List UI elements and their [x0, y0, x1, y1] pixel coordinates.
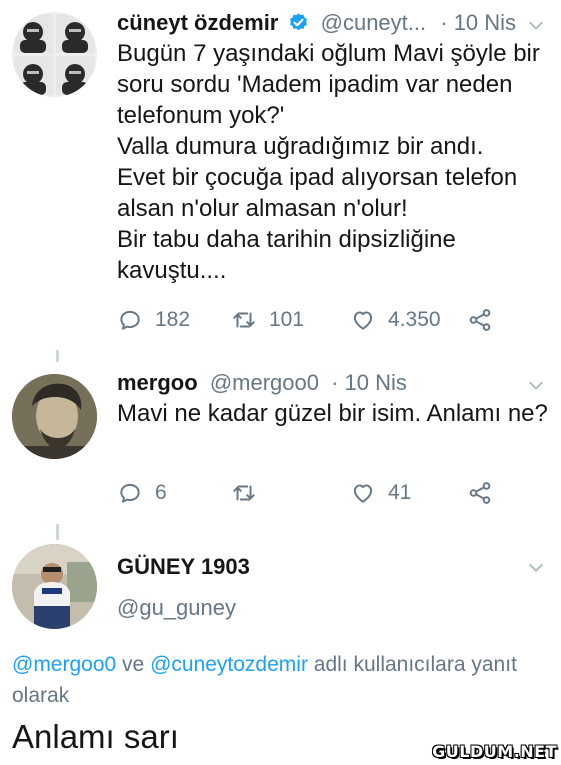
reply-icon — [120, 310, 140, 330]
tweet-header: GÜNEY 1903 — [117, 554, 250, 580]
chevron-down-icon[interactable] — [525, 374, 547, 396]
replying-to: @mergoo0 ve @cuneytozdemir adlı kullanıc… — [12, 649, 552, 711]
avatar[interactable] — [12, 12, 97, 97]
display-name[interactable]: cüneyt özdemir — [117, 10, 278, 35]
share-icon — [469, 482, 491, 504]
avatar-image — [12, 374, 97, 459]
mention-link[interactable]: @mergoo0 — [12, 653, 116, 676]
user-handle[interactable]: @gu_guney — [117, 595, 236, 620]
reply-count: 182 — [155, 308, 191, 331]
tweet-date[interactable]: · 10 Nis — [331, 370, 407, 395]
chevron-down-icon[interactable] — [525, 556, 547, 578]
display-name[interactable]: mergoo — [117, 370, 198, 395]
avatar[interactable] — [12, 374, 97, 459]
replying-to-connector: ve — [116, 653, 151, 676]
tweet-text: Anlamı sarı — [12, 718, 179, 755]
reply-count: 6 — [155, 481, 167, 504]
mention-link[interactable]: @cuneytozdemir — [150, 653, 308, 676]
verified-badge-icon — [289, 13, 307, 31]
thread-connector — [56, 524, 59, 540]
like-count: 4.350 — [388, 308, 441, 331]
tweet-header: cüneyt özdemir @cuneyt... · 10 Nis — [117, 10, 516, 36]
share-button[interactable] — [467, 478, 493, 508]
like-button[interactable]: 4.350 — [350, 305, 441, 335]
tweet-line: Valla dumura uğradığımız bir andı. — [117, 133, 484, 160]
tweet-date[interactable]: · 10 Nis — [440, 10, 516, 35]
reply-button[interactable]: 6 — [117, 478, 167, 508]
share-button[interactable] — [467, 305, 493, 335]
retweet-button[interactable]: 101 — [231, 305, 304, 335]
share-icon — [469, 309, 491, 331]
retweet-icon — [233, 312, 255, 328]
tweet-text: Bugün 7 yaşındaki oğlum Mavi şöyle bir s… — [117, 38, 540, 286]
tweet-line: Bugün 7 yaşındaki oğlum Mavi şöyle bir — [117, 40, 540, 67]
tweet-actions: 6 41 — [117, 478, 537, 508]
thread-connector — [56, 350, 59, 362]
heart-icon — [353, 311, 373, 330]
like-count: 41 — [388, 481, 412, 504]
tweet-subheader: @gu_guney — [117, 595, 236, 621]
like-button[interactable]: 41 — [350, 478, 411, 508]
tweet-line: Bir tabu daha tarihin dipsizliğine — [117, 226, 456, 253]
tweet-line: telefonum yok?' — [117, 102, 285, 129]
tweet-line: kavuştu.... — [117, 257, 227, 284]
display-name[interactable]: GÜNEY 1903 — [117, 554, 250, 579]
tweet-actions: 182 101 4.350 — [117, 305, 537, 335]
avatar-image — [12, 12, 97, 97]
tweet-line: alsan n'olur almasan n'olur! — [117, 195, 408, 222]
tweet-cuneyt[interactable]: cüneyt özdemir @cuneyt... · 10 Nis Bugün… — [0, 0, 561, 345]
tweet-mergoo[interactable]: mergoo @mergoo0 · 10 Nis Mavi ne kadar g… — [0, 362, 561, 522]
tweet-line: soru sordu 'Madem ipadim var neden — [117, 71, 513, 98]
heart-icon — [353, 484, 373, 503]
user-handle[interactable]: @mergoo0 — [210, 370, 319, 395]
avatar[interactable] — [12, 544, 97, 629]
retweet-count: 101 — [269, 308, 305, 331]
tweet-line: Evet bir çocuğa ipad alıyorsan telefon — [117, 164, 518, 191]
tweet-header: mergoo @mergoo0 · 10 Nis — [117, 370, 407, 396]
chevron-down-icon[interactable] — [525, 14, 547, 36]
watermark: GULDUM.NET — [432, 742, 557, 761]
user-handle[interactable]: @cuneyt... — [321, 10, 427, 35]
reply-button[interactable]: 182 — [117, 305, 190, 335]
avatar-image — [12, 544, 97, 629]
tweet-text: Mavi ne kadar güzel bir isim. Anlamı ne? — [117, 400, 548, 427]
retweet-icon — [233, 485, 255, 501]
reply-icon — [120, 483, 140, 503]
retweet-button[interactable] — [231, 478, 257, 508]
